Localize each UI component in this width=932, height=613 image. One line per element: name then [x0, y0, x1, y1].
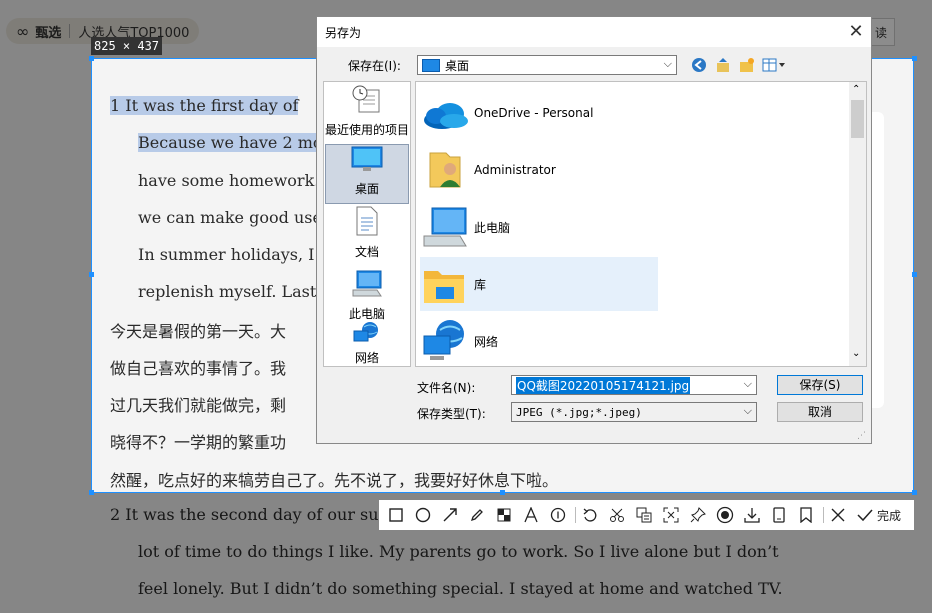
check-icon: [857, 509, 873, 522]
divider: [575, 507, 576, 523]
place-network[interactable]: 网络: [325, 322, 409, 368]
save-device-icon[interactable]: [768, 504, 790, 526]
item-label: 网络: [474, 334, 499, 349]
item-label: 库: [474, 277, 487, 292]
mosaic-tool-icon[interactable]: [493, 504, 515, 526]
number-marker-icon[interactable]: [547, 504, 569, 526]
item-label: Administrator: [474, 163, 556, 177]
place-label: 网络: [354, 351, 379, 365]
close-icon[interactable]: ✕: [843, 19, 869, 45]
item-label: OneDrive - Personal: [474, 106, 594, 120]
list-item[interactable]: 库: [420, 257, 658, 311]
filetype-dropdown[interactable]: JPEG (*.jpg;*.jpeg) ⌵: [511, 402, 757, 422]
scissors-icon[interactable]: [606, 504, 628, 526]
save-in-value: 桌面: [445, 58, 470, 73]
file-list: OneDrive - Personal Administrator 此电脑 库 …: [415, 81, 867, 367]
selection-size-label: 825 × 437: [91, 37, 163, 55]
place-label: 桌面: [354, 182, 379, 196]
resize-handle-ne[interactable]: [912, 56, 917, 61]
desktop-icon: [422, 58, 440, 72]
list-item[interactable]: 网络: [420, 314, 658, 368]
resize-handle-s[interactable]: [500, 490, 505, 495]
save-in-dropdown[interactable]: 桌面 ⌵: [417, 55, 677, 75]
item-label: 此电脑: [474, 220, 511, 235]
chevron-down-icon: ⌵: [663, 57, 672, 70]
view-menu-icon[interactable]: [761, 55, 789, 75]
translate-icon[interactable]: [633, 504, 655, 526]
rectangle-tool-icon[interactable]: [385, 504, 407, 526]
resize-handle-sw[interactable]: [89, 490, 94, 495]
filetype-value: JPEG (*.jpg;*.jpeg): [516, 405, 642, 419]
place-label: 文档: [354, 245, 379, 259]
divider: [823, 507, 824, 523]
ellipse-tool-icon[interactable]: [412, 504, 434, 526]
dialog-title: 另存为: [325, 26, 362, 40]
network-icon: [420, 318, 470, 364]
save-as-dialog: 另存为 ✕ 保存在(I): 桌面 ⌵ 最近使用的项目 桌面 文档 此电脑 网络 …: [316, 16, 872, 444]
this-pc-icon: [351, 270, 383, 301]
undo-icon[interactable]: [579, 504, 601, 526]
list-item[interactable]: OneDrive - Personal: [420, 86, 658, 140]
pen-tool-icon[interactable]: [466, 504, 488, 526]
new-folder-icon[interactable]: [737, 55, 757, 75]
list-item[interactable]: Administrator: [420, 143, 658, 197]
up-folder-icon[interactable]: [713, 55, 733, 75]
back-icon[interactable]: [689, 55, 709, 75]
record-icon[interactable]: [714, 504, 736, 526]
screenshot-toolbar: 完成: [379, 500, 914, 530]
filetype-label: 保存类型(T):: [417, 407, 486, 421]
desktop-icon: [351, 145, 383, 176]
save-button[interactable]: 保存(S): [777, 375, 863, 395]
place-documents[interactable]: 文档: [325, 206, 409, 266]
done-label: 完成: [877, 508, 902, 523]
places-bar: 最近使用的项目 桌面 文档 此电脑 网络: [323, 81, 411, 367]
pin-icon[interactable]: [687, 504, 709, 526]
resize-handle-e[interactable]: [912, 272, 917, 277]
place-recent[interactable]: 最近使用的项目: [325, 84, 409, 144]
bookmark-icon[interactable]: [795, 504, 817, 526]
list-item[interactable]: 此电脑: [420, 200, 658, 254]
library-icon: [420, 261, 470, 307]
text-tool-icon[interactable]: [520, 504, 542, 526]
resize-grip-icon[interactable]: ⋰: [857, 431, 866, 441]
chevron-down-icon[interactable]: ⌄: [852, 348, 860, 359]
filename-input[interactable]: QQ截图20220105174121.jpg ⌵: [511, 375, 757, 395]
close-icon[interactable]: [827, 504, 849, 526]
recent-icon: [351, 84, 383, 117]
resize-handle-se[interactable]: [912, 490, 917, 495]
place-this-pc[interactable]: 此电脑: [325, 268, 409, 328]
place-label: 此电脑: [348, 307, 385, 321]
resize-handle-w[interactable]: [89, 272, 94, 277]
scrollbar[interactable]: ⌃ ⌄: [849, 82, 866, 366]
arrow-tool-icon[interactable]: [439, 504, 461, 526]
place-label: 最近使用的项目: [325, 123, 410, 137]
scrollbar-thumb[interactable]: [851, 100, 864, 138]
cancel-button[interactable]: 取消: [777, 402, 863, 422]
ocr-icon[interactable]: [660, 504, 682, 526]
this-pc-icon: [420, 204, 470, 250]
filename-value: QQ截图20220105174121.jpg: [516, 376, 691, 394]
onedrive-icon: [420, 90, 470, 136]
place-desktop[interactable]: 桌面: [325, 144, 409, 204]
user-folder-icon: [420, 147, 470, 193]
documents-icon: [354, 206, 380, 239]
filename-label: 文件名(N):: [417, 381, 476, 395]
chevron-down-icon: ⌵: [743, 404, 752, 417]
download-icon[interactable]: [741, 504, 763, 526]
done-button[interactable]: 完成: [857, 504, 901, 526]
dialog-titlebar: 另存为 ✕: [317, 17, 871, 47]
network-icon: [352, 321, 382, 348]
dim-overlay-left: [0, 58, 91, 493]
resize-handle-nw[interactable]: [89, 56, 94, 61]
chevron-down-icon[interactable]: ⌵: [744, 377, 752, 391]
chevron-up-icon[interactable]: ⌃: [852, 84, 860, 95]
save-in-label: 保存在(I):: [348, 59, 401, 73]
